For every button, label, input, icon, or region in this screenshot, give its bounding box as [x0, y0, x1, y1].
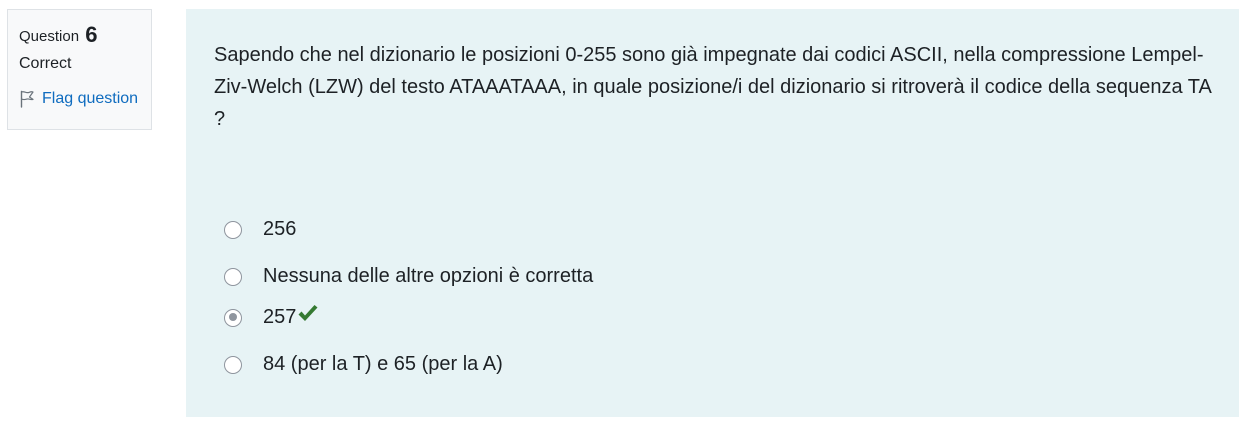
flag-question-label: Flag question: [42, 90, 139, 107]
answer-label-4: 84 (per la T) e 65 (per la A): [263, 353, 503, 375]
answer-radio-2[interactable]: [224, 267, 242, 286]
flag-question-link[interactable]: Flag question: [19, 89, 151, 109]
answer-option-3[interactable]: 257: [224, 304, 319, 329]
flag-icon: [20, 90, 34, 108]
question-number: 6: [85, 22, 98, 47]
question-state: Correct: [19, 55, 72, 72]
checkmark-icon: [298, 304, 318, 321]
answer-option-4[interactable]: 84 (per la T) e 65 (per la A): [224, 353, 503, 376]
answer-option-2[interactable]: Nessuna delle altre opzioni è corretta: [224, 265, 593, 288]
answer-label-1: 256: [263, 218, 297, 240]
answer-radio-4[interactable]: [224, 355, 242, 374]
question-number-heading: Question 6: [19, 20, 151, 50]
answer-radio-1[interactable]: [224, 220, 242, 239]
question-info-panel: Question 6 Correct Flag question: [7, 9, 152, 130]
question-text: Sapendo che nel dizionario le posizioni …: [214, 44, 1211, 130]
answer-option-1[interactable]: 256: [224, 218, 296, 241]
question-content: Sapendo che nel dizionario le posizioni …: [186, 9, 1239, 417]
answer-label-3: 257: [263, 306, 297, 328]
question-label: Question: [19, 28, 80, 45]
answer-label-2: Nessuna delle altre opzioni è corretta: [263, 265, 594, 287]
answer-radio-3[interactable]: [224, 308, 242, 327]
